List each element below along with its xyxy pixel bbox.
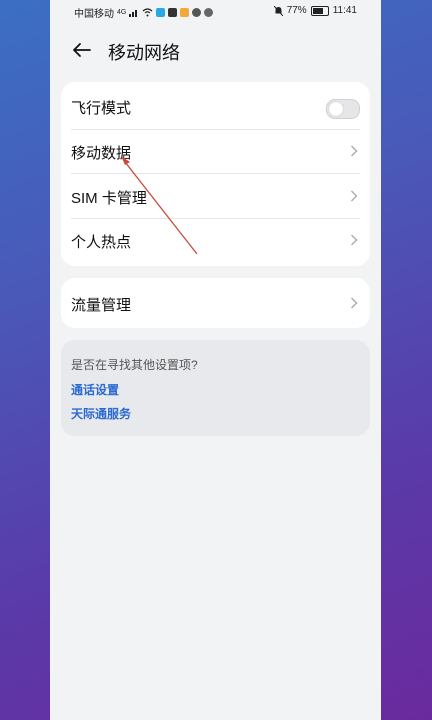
app-notification-icon <box>192 8 202 17</box>
app-notification-icon <box>168 8 178 17</box>
row-label: SIM 卡管理 <box>71 190 147 207</box>
chevron-right-icon <box>351 190 358 202</box>
wifi-icon <box>142 8 153 17</box>
row-label: 飞行模式 <box>71 100 132 117</box>
status-bar-left: 中国移动 4G <box>74 5 214 20</box>
mute-bell-icon <box>273 5 283 16</box>
clock: 11:41 <box>332 5 357 16</box>
link-call-settings[interactable]: 通话设置 <box>71 381 119 398</box>
app-notification-icon <box>204 8 214 17</box>
battery-icon <box>310 5 329 16</box>
back-arrow-icon[interactable] <box>70 38 94 62</box>
settings-row-mobile-data[interactable]: 移动数据 <box>61 129 370 173</box>
app-notification-icon <box>180 8 190 17</box>
traffic-management-card: 流量管理 <box>61 278 370 328</box>
settings-row-sim-management[interactable]: SIM 卡管理 <box>61 174 370 218</box>
link-skytone-service[interactable]: 天际通服务 <box>71 405 131 422</box>
page-title: 移动网络 <box>108 43 180 63</box>
status-bar: 中国移动 4G 77% 11:41 <box>50 0 381 24</box>
carrier-label: 中国移动 <box>74 9 114 20</box>
app-notification-icon <box>156 8 166 17</box>
chevron-right-icon <box>351 297 358 309</box>
settings-row-personal-hotspot[interactable]: 个人热点 <box>61 218 370 262</box>
signal-icon <box>129 10 138 17</box>
chevron-right-icon <box>351 234 358 246</box>
settings-row-traffic-management[interactable]: 流量管理 <box>61 281 370 325</box>
phone-screen: 中国移动 4G 77% 11:41 移动网络 飞行模式 移动数据 SIM 卡管理… <box>50 0 381 720</box>
row-label: 个人热点 <box>71 234 132 251</box>
battery-percent: 77% <box>286 5 307 16</box>
airplane-mode-toggle[interactable] <box>326 99 360 119</box>
chevron-right-icon <box>351 145 358 157</box>
settings-row-airplane-mode[interactable]: 飞行模式 <box>61 84 370 128</box>
row-label: 移动数据 <box>71 145 132 162</box>
row-label: 流量管理 <box>71 297 132 314</box>
suggestions-card: 是否在寻找其他设置项? 通话设置 天际通服务 <box>61 340 370 436</box>
status-bar-right: 77% 11:41 <box>273 5 357 16</box>
network-settings-card: 飞行模式 移动数据 SIM 卡管理 个人热点 <box>61 82 370 266</box>
header: 移动网络 <box>50 30 381 70</box>
network-type-label: 4G <box>117 9 127 16</box>
suggestions-question: 是否在寻找其他设置项? <box>71 358 198 372</box>
toggle-knob <box>329 102 343 116</box>
